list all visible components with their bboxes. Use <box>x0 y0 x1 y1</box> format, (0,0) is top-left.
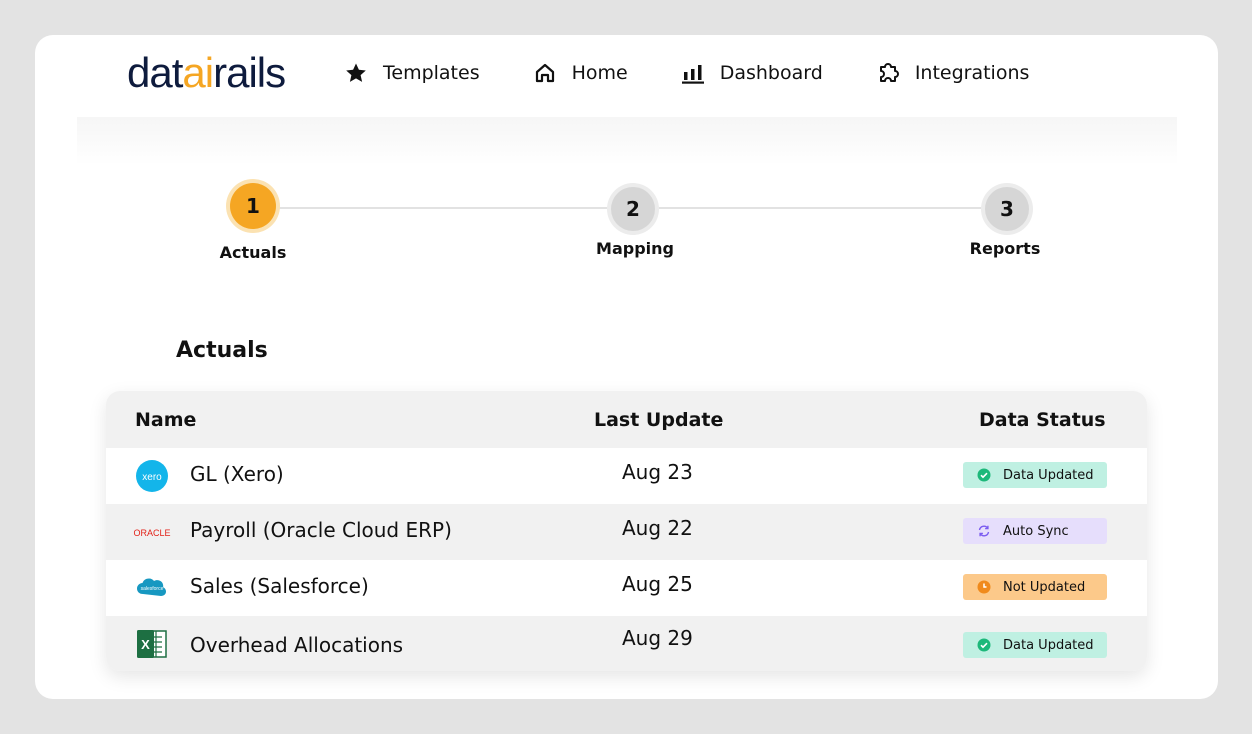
svg-text:ORACLE: ORACLE <box>133 528 170 538</box>
status-badge: Data Updated <box>963 462 1107 488</box>
nav-label: Templates <box>383 62 480 84</box>
header-divider <box>77 117 1177 165</box>
datarails-logo[interactable]: datairails <box>127 49 286 97</box>
step-2-label: Mapping <box>596 239 674 258</box>
nav-dashboard[interactable]: Dashboard <box>680 57 823 89</box>
status-text: Data Updated <box>1003 467 1094 483</box>
svg-text:xero: xero <box>142 472 162 483</box>
step-3-circle[interactable]: 3 <box>985 187 1029 231</box>
section-title: Actuals <box>176 338 268 363</box>
app-window: datairails Templates Home Dashboard Inte… <box>35 35 1218 699</box>
star-icon <box>343 60 369 86</box>
puzzle-icon <box>875 60 901 86</box>
svg-text:X: X <box>141 637 150 652</box>
status-badge: Data Updated <box>963 632 1107 658</box>
table-row[interactable]: xero GL (Xero) Aug 23 Data Updated <box>106 448 1147 504</box>
row-name: Overhead Allocations <box>190 633 404 657</box>
row-date: Aug 23 <box>622 460 693 484</box>
status-text: Data Updated <box>1003 637 1094 653</box>
status-text: Auto Sync <box>1003 523 1069 539</box>
table-row[interactable]: X Overhead Allocations Aug 29 Data Updat… <box>106 616 1147 671</box>
table-header: Name Last Update Data Status <box>106 391 1147 448</box>
table-row[interactable]: ORACLE Payroll (Oracle Cloud ERP) Aug 22… <box>106 504 1147 560</box>
status-badge: Not Updated <box>963 574 1107 600</box>
status-text: Not Updated <box>1003 579 1086 595</box>
bar-chart-icon <box>680 60 706 86</box>
xero-logo-icon: xero <box>134 460 170 492</box>
nav-integrations[interactable]: Integrations <box>875 57 1030 89</box>
row-name: GL (Xero) <box>190 462 284 486</box>
nav-label: Integrations <box>914 62 1030 84</box>
check-circle-icon <box>977 638 991 652</box>
nav-home[interactable]: Home <box>532 57 628 89</box>
check-circle-icon <box>977 468 991 482</box>
status-badge: Auto Sync <box>963 518 1107 544</box>
nav-label: Home <box>571 62 628 84</box>
step-number: 1 <box>246 194 260 218</box>
table-row[interactable]: salesforce Sales (Salesforce) Aug 25 Not… <box>106 560 1147 616</box>
row-date: Aug 29 <box>622 626 693 650</box>
step-1-circle[interactable]: 1 <box>230 183 276 229</box>
logo-text-part: rails <box>213 49 286 96</box>
nav-label: Dashboard <box>719 62 823 84</box>
column-header-name[interactable]: Name <box>135 409 196 431</box>
row-date: Aug 25 <box>622 572 693 596</box>
home-icon <box>532 60 558 86</box>
actuals-table: Name Last Update Data Status xero GL (Xe… <box>106 391 1147 671</box>
row-name: Payroll (Oracle Cloud ERP) <box>190 518 452 542</box>
row-name: Sales (Salesforce) <box>190 574 369 598</box>
oracle-logo-icon: ORACLE <box>126 516 178 548</box>
step-1-label: Actuals <box>219 243 287 262</box>
salesforce-logo-icon: salesforce <box>134 572 170 604</box>
clock-icon <box>977 580 991 594</box>
step-number: 3 <box>1000 197 1014 221</box>
excel-logo-icon: X <box>134 628 170 660</box>
nav-templates[interactable]: Templates <box>343 57 480 89</box>
row-date: Aug 22 <box>622 516 693 540</box>
top-nav: Templates Home Dashboard Integrations <box>343 57 1081 89</box>
step-2-circle[interactable]: 2 <box>611 187 655 231</box>
sync-icon <box>977 524 991 538</box>
column-header-data-status[interactable]: Data Status <box>979 409 1106 431</box>
column-header-last-update[interactable]: Last Update <box>594 409 723 431</box>
step-3-label: Reports <box>969 239 1041 258</box>
logo-accent-text: ai <box>182 49 214 96</box>
svg-text:salesforce: salesforce <box>141 586 164 592</box>
logo-text-part: dat <box>127 49 183 96</box>
step-number: 2 <box>626 197 640 221</box>
